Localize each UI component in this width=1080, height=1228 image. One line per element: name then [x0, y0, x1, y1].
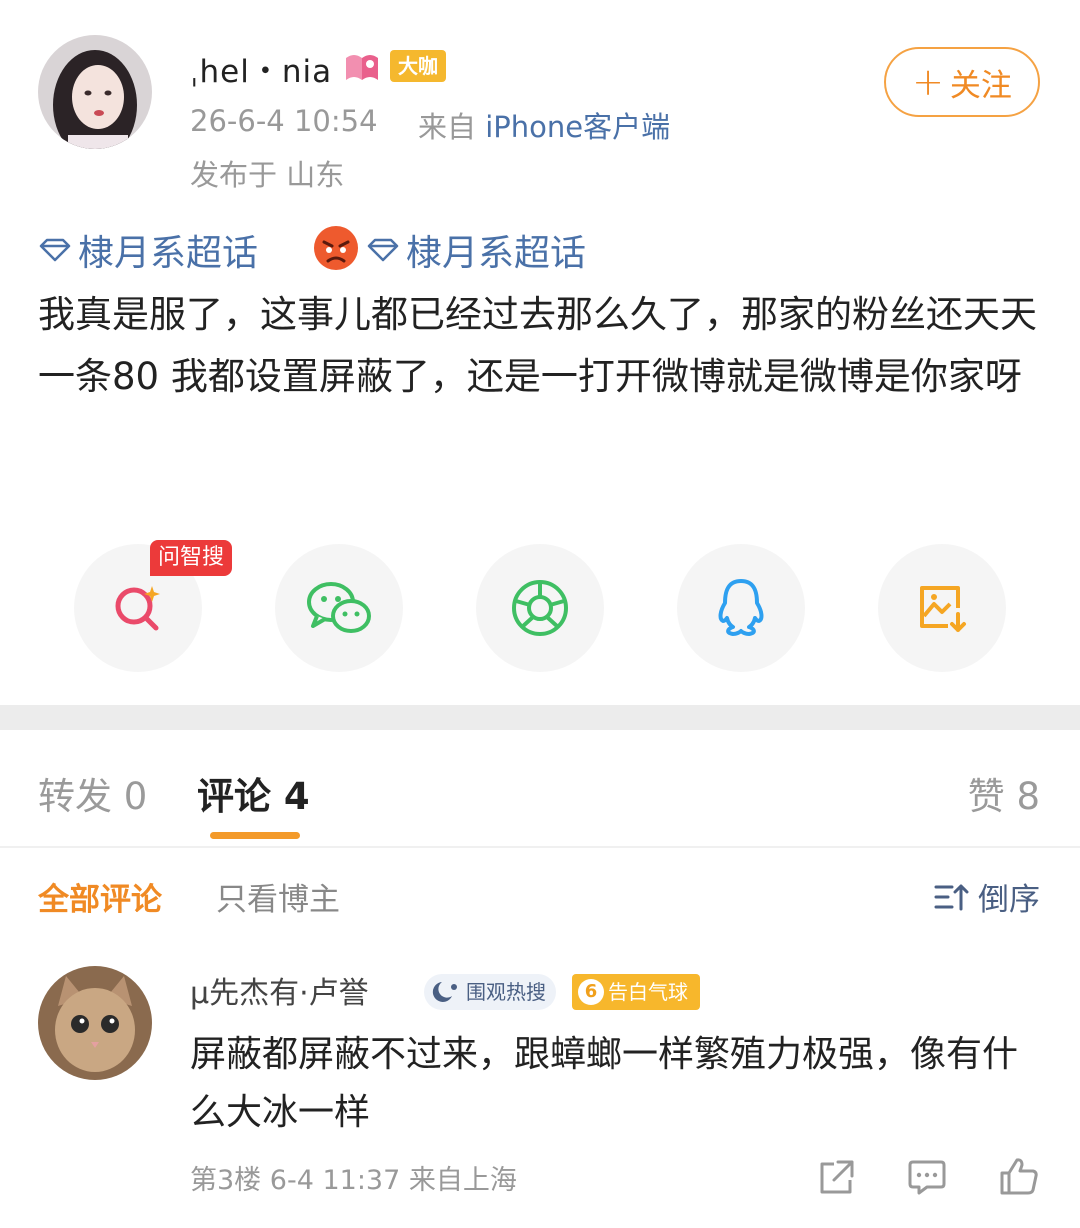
tab-comments[interactable]: 评论 4 — [197, 766, 310, 820]
share-wechat-button[interactable] — [275, 544, 403, 672]
comment-share-button[interactable] — [816, 1158, 856, 1200]
comment-reply-button[interactable] — [907, 1158, 947, 1200]
filter-all-comments[interactable]: 全部评论 — [38, 874, 162, 919]
comment-time: 6-4 11:37 — [269, 1165, 401, 1196]
comment-author-avatar[interactable] — [38, 966, 152, 1080]
comment-meta: 第3楼 6-4 11:37 来自上海 — [190, 1158, 517, 1197]
post-username[interactable]: ˌhel・nia — [190, 46, 332, 91]
topic-label: 棣月系超话 — [78, 233, 259, 274]
sort-icon — [934, 884, 969, 910]
filter-author-only[interactable]: 只看博主 — [216, 874, 340, 919]
source-device[interactable]: iPhone客户端 — [485, 110, 670, 144]
topic-link[interactable]: 棣月系超话 — [366, 224, 586, 276]
topic-link[interactable]: 棣月系超话 — [38, 224, 258, 276]
balloon-badge-label: 告白气球 — [608, 980, 688, 1004]
comment-username[interactable]: μ先杰有·卢誉 — [190, 968, 369, 1012]
comment-icon — [908, 1160, 946, 1195]
follow-label: 关注 — [949, 67, 1012, 104]
hot-badge-label: 围观热搜 — [466, 980, 546, 1004]
sort-label: 倒序 — [978, 882, 1040, 918]
tabs-divider — [0, 846, 1080, 848]
vip-badge-icon — [342, 50, 382, 84]
share-qq-button[interactable] — [677, 544, 805, 672]
follow-button[interactable]: + 关注 — [884, 47, 1040, 117]
diamond-icon — [39, 238, 71, 262]
share-moments-button[interactable] — [476, 544, 604, 672]
search-icon — [115, 586, 160, 631]
source-prefix: 来自 — [418, 110, 477, 144]
avatar-image — [38, 35, 152, 149]
angry-emoji-icon — [312, 224, 360, 272]
comment-location: 来自上海 — [408, 1165, 517, 1196]
tab-repost[interactable]: 转发 0 — [38, 766, 147, 820]
active-tab-indicator — [210, 832, 300, 839]
post-author-avatar[interactable] — [38, 35, 152, 149]
section-divider — [0, 705, 1080, 730]
balloon-level: 6 — [578, 979, 604, 1005]
comment-text: 屏蔽都屏蔽不过来，跟蟑螂一样繁殖力极强，像有什么大冰一样 — [190, 1034, 1019, 1133]
plus-icon: + — [912, 60, 944, 104]
tab-likes[interactable]: 赞 8 — [968, 766, 1040, 820]
hot-search-badge[interactable]: 围观热搜 — [424, 974, 556, 1010]
diamond-icon — [367, 238, 399, 262]
ai-search-badge: 问智搜 — [150, 540, 233, 576]
post-source: 来自 iPhone客户端 — [418, 104, 670, 146]
post-time: 26-6-4 10:54 — [190, 104, 378, 138]
save-image-button[interactable] — [878, 544, 1006, 672]
wechat-icon — [307, 582, 371, 633]
qq-icon — [718, 579, 764, 636]
save-image-icon — [920, 586, 966, 632]
moon-icon — [432, 982, 457, 1002]
confession-balloon-badge[interactable]: 6 告白气球 — [572, 974, 700, 1010]
comment-like-button[interactable] — [998, 1156, 1040, 1200]
sort-toggle[interactable]: 倒序 — [934, 874, 1040, 919]
post-body-text: 我真是服了，这事儿都已经过去那么久了，那家的粉丝还天天一条80 我都设置屏蔽了，… — [38, 293, 1037, 398]
comment-floor: 第3楼 — [190, 1165, 262, 1196]
share-icon — [820, 1160, 854, 1194]
thumbs-up-icon — [1000, 1158, 1038, 1195]
level-badge: 大咖 — [390, 50, 446, 82]
avatar-image — [38, 966, 152, 1080]
post-location: 发布于 山东 — [190, 158, 345, 192]
moments-icon — [512, 580, 568, 636]
topic-label: 棣月系超话 — [406, 233, 587, 274]
